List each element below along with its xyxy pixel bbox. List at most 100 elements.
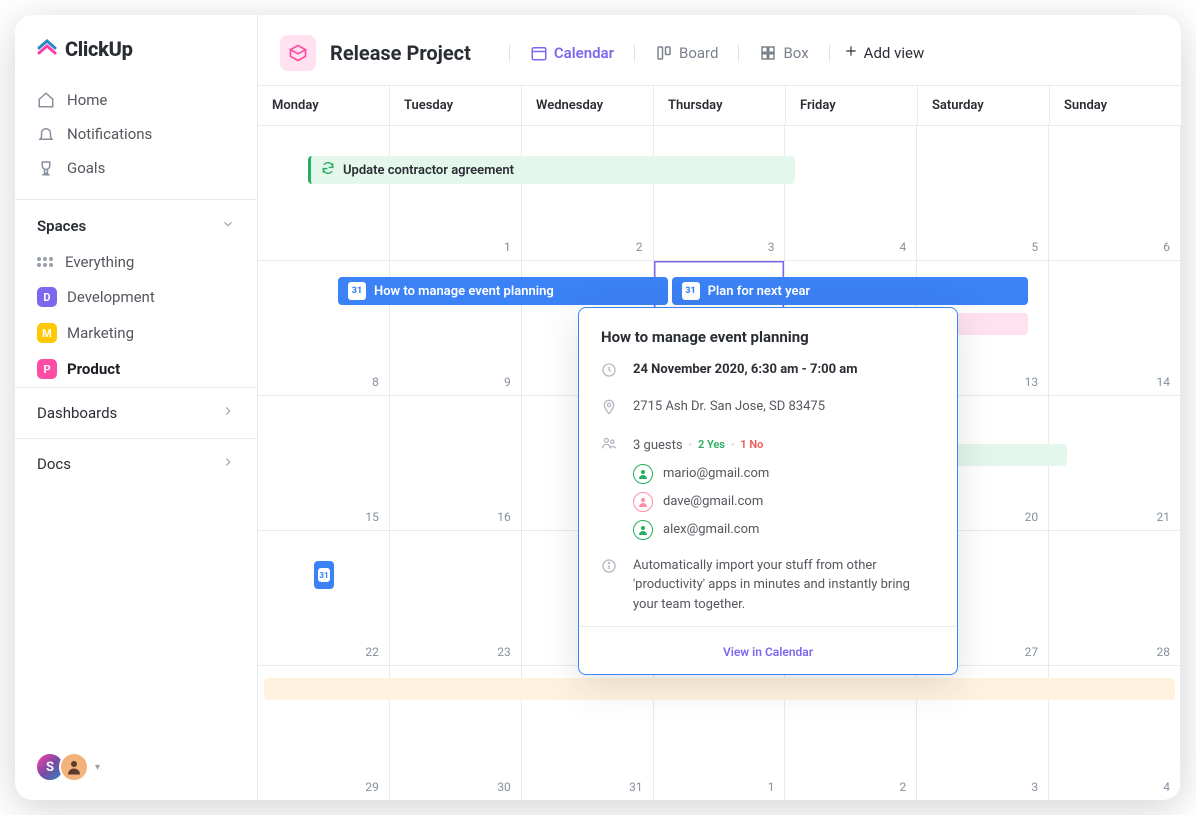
space-badge: D <box>37 287 57 307</box>
user-switcher[interactable]: S ▾ <box>15 734 257 800</box>
board-icon <box>655 44 673 62</box>
event-title: Plan for next year <box>708 284 811 299</box>
space-label: Marketing <box>67 324 134 342</box>
spaces-header[interactable]: Spaces <box>15 199 257 245</box>
space-badge: P <box>37 359 57 379</box>
calendar-cell[interactable]: 4 <box>785 126 917 260</box>
info-icon <box>601 556 619 615</box>
view-in-calendar-link[interactable]: View in Calendar <box>723 645 813 659</box>
date-number: 28 <box>1157 645 1171 659</box>
calendar-cell[interactable]: 21 <box>1049 396 1181 530</box>
space-product[interactable]: P Product <box>27 351 245 387</box>
dot-separator: • <box>731 438 734 453</box>
calendar-badge-icon: 31 <box>348 282 366 300</box>
calendar-cell[interactable]: 16 <box>390 396 522 530</box>
date-number: 2 <box>636 240 643 254</box>
guest-item[interactable]: alex@gmail.com <box>633 516 935 544</box>
day-header: Thursday <box>654 86 786 125</box>
person-icon <box>633 492 653 512</box>
date-number: 29 <box>365 780 379 794</box>
project-icon <box>280 35 316 71</box>
calendar-cell[interactable]: 22 <box>258 531 390 665</box>
calendar-cell[interactable]: 28 <box>1049 531 1181 665</box>
tab-calendar[interactable]: Calendar <box>524 38 620 68</box>
nav-label: Goals <box>67 159 105 177</box>
calendar-cell[interactable] <box>258 126 390 260</box>
person-icon <box>633 464 653 484</box>
tab-board[interactable]: Board <box>649 38 724 68</box>
popover-location: 2715 Ash Dr. San Jose, SD 83475 <box>633 397 825 422</box>
brand-logo[interactable]: ClickUp <box>15 15 257 79</box>
people-icon <box>601 433 619 458</box>
event-title: How to manage event planning <box>374 284 554 299</box>
date-number: 21 <box>1157 510 1171 524</box>
chevron-right-icon <box>221 455 235 473</box>
date-number: 14 <box>1157 375 1171 389</box>
date-number: 4 <box>1163 780 1170 794</box>
calendar-cell[interactable]: 15 <box>258 396 390 530</box>
brand-text: ClickUp <box>65 37 133 61</box>
event-contractor-agreement[interactable]: Update contractor agreement <box>308 156 795 184</box>
divider <box>829 44 830 62</box>
popover-no-count: 1 No <box>740 437 763 454</box>
guest-item[interactable]: dave@gmail.com <box>633 488 935 516</box>
pin-icon <box>601 397 619 422</box>
calendar-cell[interactable]: 5 <box>917 126 1049 260</box>
date-number: 3 <box>1031 780 1038 794</box>
chevron-down-icon <box>221 216 235 235</box>
space-label: Product <box>67 360 120 378</box>
day-header: Monday <box>258 86 390 125</box>
nav-home[interactable]: Home <box>25 83 247 117</box>
tab-label: Box <box>783 44 808 62</box>
date-number: 3 <box>768 240 775 254</box>
calendar-cell[interactable]: 14 <box>1049 261 1181 395</box>
sidebar: ClickUp Home Notifications Goals <box>15 15 258 800</box>
space-development[interactable]: D Development <box>27 279 245 315</box>
tab-label: Board <box>679 44 718 62</box>
nav-label: Dashboards <box>37 404 117 422</box>
event-badge-row4[interactable]: 31 <box>314 561 334 589</box>
popover-datetime: 24 November 2020, 6:30 am - 7:00 am <box>633 360 858 385</box>
guest-email: alex@gmail.com <box>663 522 759 537</box>
date-number: 31 <box>629 780 643 794</box>
event-cream-fullweek[interactable] <box>264 678 1175 700</box>
calendar-week: 29 30 31 1 2 3 4 <box>258 666 1181 800</box>
day-header: Wednesday <box>522 86 654 125</box>
project-title[interactable]: Release Project <box>330 41 471 65</box>
calendar-badge-icon: 31 <box>682 282 700 300</box>
calendar-cell[interactable]: 23 <box>390 531 522 665</box>
calendar-cell[interactable]: 3 <box>654 126 786 260</box>
box-icon <box>759 44 777 62</box>
recurring-icon <box>321 161 335 179</box>
nav-notifications[interactable]: Notifications <box>25 117 247 151</box>
guest-item[interactable]: mario@gmail.com <box>633 460 935 488</box>
popover-title: How to manage event planning <box>601 328 935 346</box>
space-everything[interactable]: Everything <box>27 245 245 279</box>
add-view-button[interactable]: Add view <box>844 44 925 62</box>
calendar-cell[interactable]: 6 <box>1049 126 1181 260</box>
header: Release Project Calendar Board <box>258 15 1181 86</box>
nav-docs[interactable]: Docs <box>15 438 257 489</box>
trophy-icon <box>37 159 55 177</box>
main: Release Project Calendar Board <box>258 15 1181 800</box>
calendar-cell[interactable]: 2 <box>522 126 654 260</box>
day-header: Tuesday <box>390 86 522 125</box>
event-event-planning[interactable]: 31 How to manage event planning <box>338 277 668 305</box>
event-plan-next-year[interactable]: 31 Plan for next year <box>672 277 1028 305</box>
calendar-day-headers: Monday Tuesday Wednesday Thursday Friday… <box>258 86 1181 126</box>
date-number: 15 <box>365 510 379 524</box>
nav-goals[interactable]: Goals <box>25 151 247 185</box>
clickup-icon <box>35 37 59 61</box>
popover-guests-count: 3 guests <box>633 436 683 456</box>
popover-yes-count: 2 Yes <box>698 437 725 454</box>
event-title: Update contractor agreement <box>343 163 514 178</box>
guest-email: dave@gmail.com <box>663 494 763 509</box>
divider <box>509 44 510 62</box>
nav-dashboards[interactable]: Dashboards <box>15 387 257 438</box>
app-frame: ClickUp Home Notifications Goals <box>15 15 1181 800</box>
date-number: 1 <box>768 780 775 794</box>
clock-icon <box>601 360 619 385</box>
tab-box[interactable]: Box <box>753 38 814 68</box>
space-marketing[interactable]: M Marketing <box>27 315 245 351</box>
calendar-cell[interactable]: 1 <box>390 126 522 260</box>
